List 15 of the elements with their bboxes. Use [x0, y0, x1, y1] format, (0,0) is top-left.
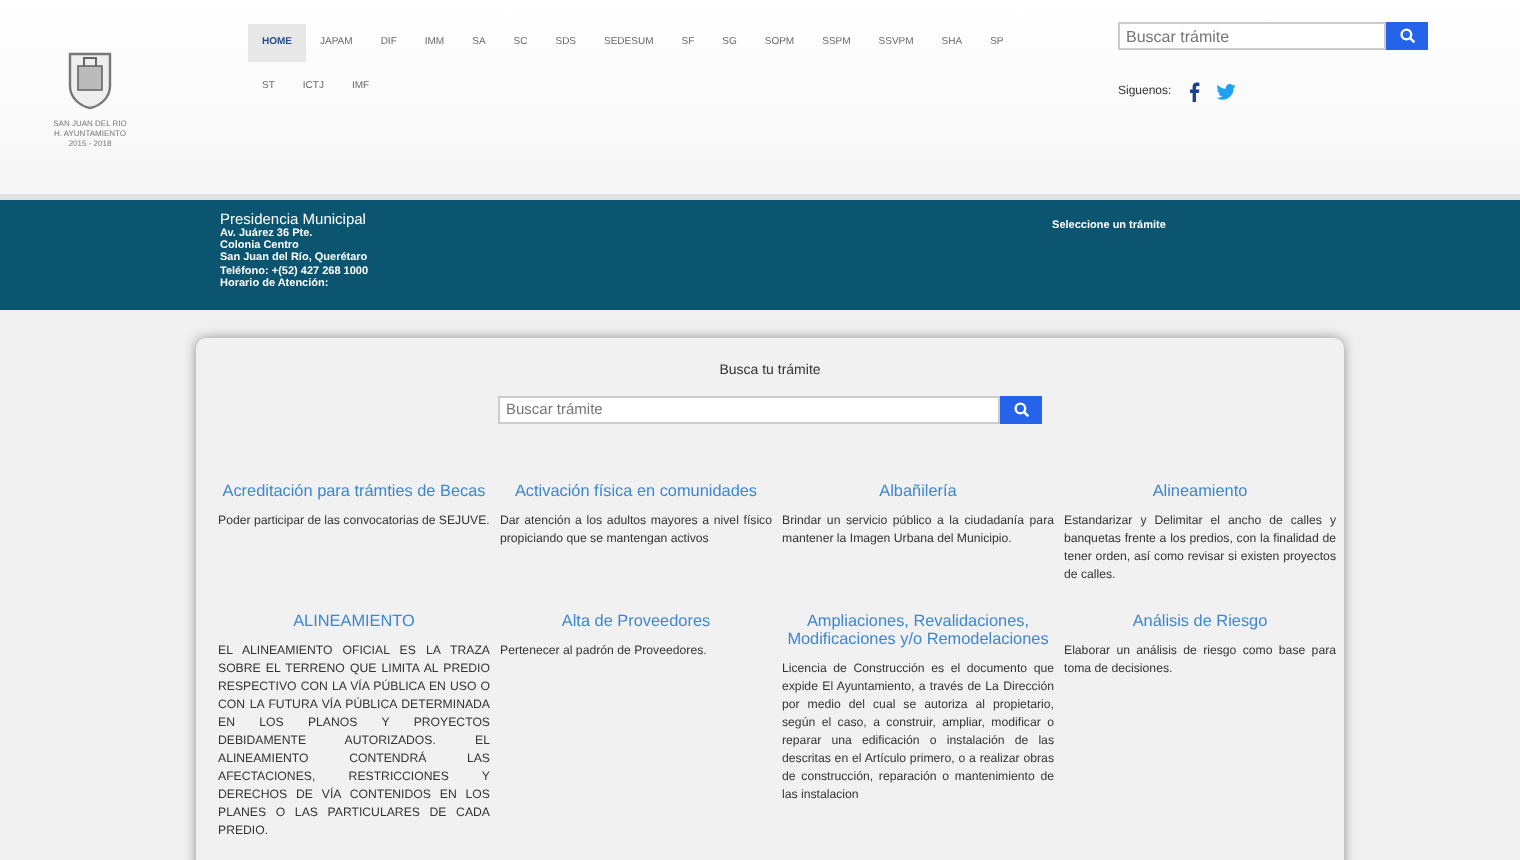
search-button[interactable] [1386, 22, 1428, 50]
procedure-title[interactable]: ALINEAMIENTO [218, 611, 490, 629]
procedure-title[interactable]: Acreditación para trámties de Becas [218, 481, 490, 499]
procedure-title[interactable]: Alta de Proveedores [500, 611, 772, 629]
procedure-title[interactable]: Albañilería [782, 481, 1054, 499]
search-icon [1399, 28, 1415, 44]
twitter-icon[interactable] [1215, 84, 1236, 100]
coat-of-arms-icon [66, 50, 114, 110]
facebook-icon[interactable] [1187, 82, 1200, 102]
search-icon [1013, 401, 1029, 417]
procedure-title[interactable]: Alineamiento [1064, 481, 1336, 499]
procedure-title[interactable]: Ampliaciones, Revalidaciones, Modificaciones y/o Remodelaciones [782, 611, 1054, 647]
procedure-title[interactable]: Análisis de Riesgo [1064, 611, 1336, 629]
search-button[interactable] [1000, 395, 1042, 423]
procedure-title[interactable]: Activación física en comunidades [500, 481, 772, 499]
